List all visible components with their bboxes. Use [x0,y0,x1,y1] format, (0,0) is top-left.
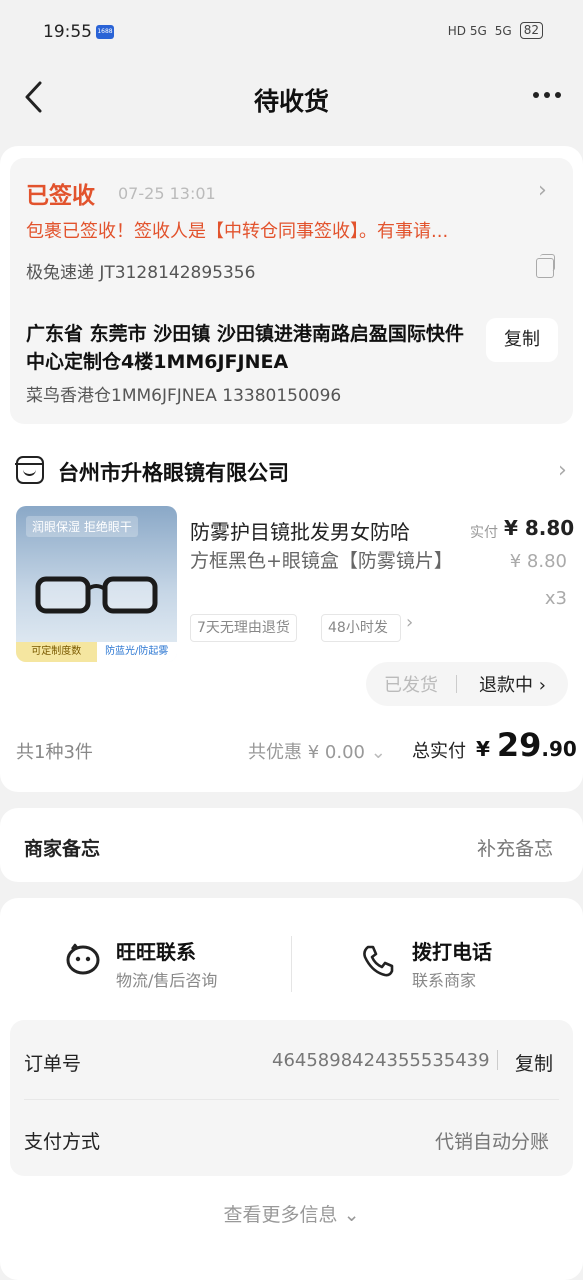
order-number-label: 订单号 [24,1053,82,1075]
copy-order-button[interactable]: 复制 [515,1049,553,1076]
quantity: x3 [544,588,567,609]
glasses-icon [35,576,158,614]
chevron-down-icon: ⌄ [343,1204,360,1226]
logistics-description: 包裹已签收！签收人是【中转仓同事签收】。有事请... [26,221,449,242]
call-subtitle: 联系商家 [412,971,477,990]
more-menu-button[interactable] [527,80,567,110]
original-price: ¥ 8.80 [509,551,567,572]
battery-icon: 82 [519,22,543,39]
page-title: 待收货 [253,87,329,116]
chevron-right-icon[interactable]: › [558,458,567,483]
payment-method-value[interactable]: 代销自动分账 [435,1127,549,1154]
discount-text: 共优惠 ¥ 0.00 [248,742,365,763]
order-number: 4645898424355535439 [272,1050,490,1071]
discount-toggle[interactable]: 共优惠 ¥ 0.00 ⌄ [248,738,386,764]
image-bottom-tags: 可定制度数 防蓝光/防起雾 [16,642,177,662]
image-tag-left: 可定制度数 [16,642,97,662]
total-amount: ¥ 29.90 [476,726,577,764]
signal-icon: HD 5G [447,23,487,38]
more-icon-dot [555,92,561,98]
divider [24,1099,559,1100]
delivery-address: 广东省 东莞市 沙田镇 沙田镇进港南路启盈国际快件中心定制仓4楼1MM6JFJN… [26,323,464,373]
image-tag-right: 防蓝光/防起雾 [96,642,177,662]
view-more-info-button[interactable]: 查看更多信息 ⌄ [0,1200,583,1227]
product-image[interactable]: 润眼保湿 拒绝眼干 可定制度数 防蓝光/防起雾 [16,506,177,662]
memo-label: 商家备忘 [24,838,101,860]
wangwang-icon[interactable] [66,943,100,975]
signal-icon-2: 5G [494,23,512,38]
recipient-info: 菜鸟香港仓1MM6JFJNEA 13380150096 [26,386,342,406]
total-label: 总实付 [412,741,466,762]
wangwang-subtitle: 物流/售后咨询 [116,971,218,990]
more-icon [533,92,539,98]
chevron-right-icon[interactable]: › [406,612,413,633]
payment-method-label: 支付方式 [24,1131,101,1153]
after-sale-status[interactable]: 已发货 退款中 › [366,662,568,706]
item-count: 共1种3件 [16,742,93,763]
status-indicators: HD 5G 5G 82 [448,22,543,39]
more-icon-dot [544,92,550,98]
copy-icon[interactable] [536,254,555,278]
product-spec: 方框黑色+眼镜盒【防雾镜片】 [190,550,453,572]
image-tag-top: 润眼保湿 拒绝眼干 [26,516,138,537]
shipped-status: 已发货 [384,675,438,696]
status-time: 19:55 [43,22,92,42]
product-title[interactable]: 防雾护目镜批发男女防哈 [190,516,452,545]
copy-address-button[interactable]: 复制 [486,318,558,362]
service-tag: 48小时发 [321,614,401,642]
app-notification-icon: 1688 [96,25,114,39]
refund-label: 退款中 [479,675,534,696]
refund-status[interactable]: 退款中 › [457,671,568,697]
total-decimal: .90 [541,737,577,761]
wangwang-contact-button[interactable]: 旺旺联系 [116,936,196,965]
chevron-right-icon[interactable]: › [538,178,547,203]
currency: ¥ [476,737,490,761]
shop-name[interactable]: 台州市升格眼镜有限公司 [58,457,289,487]
chevron-right-icon[interactable]: › [540,1125,549,1150]
paid-price: ¥ 8.80 [504,516,575,540]
total-integer: 29 [496,726,542,764]
divider [291,936,292,992]
chevron-down-icon: ⌄ [370,742,386,763]
call-merchant-button[interactable]: 拨打电话 [412,936,492,965]
chevron-right-icon[interactable]: › [542,832,551,857]
logistics-time: 07-25 13:01 [118,184,216,203]
logistics-status: 已签收 [26,183,95,209]
shop-icon [15,456,44,484]
service-tag: 7天无理由退货 [190,614,297,642]
paid-label: 实付 [470,525,498,541]
courier-info: 极兔速递 JT3128142895356 [26,263,256,283]
divider [497,1050,498,1070]
phone-icon[interactable] [360,943,396,979]
more-info-label: 查看更多信息 [223,1204,338,1226]
